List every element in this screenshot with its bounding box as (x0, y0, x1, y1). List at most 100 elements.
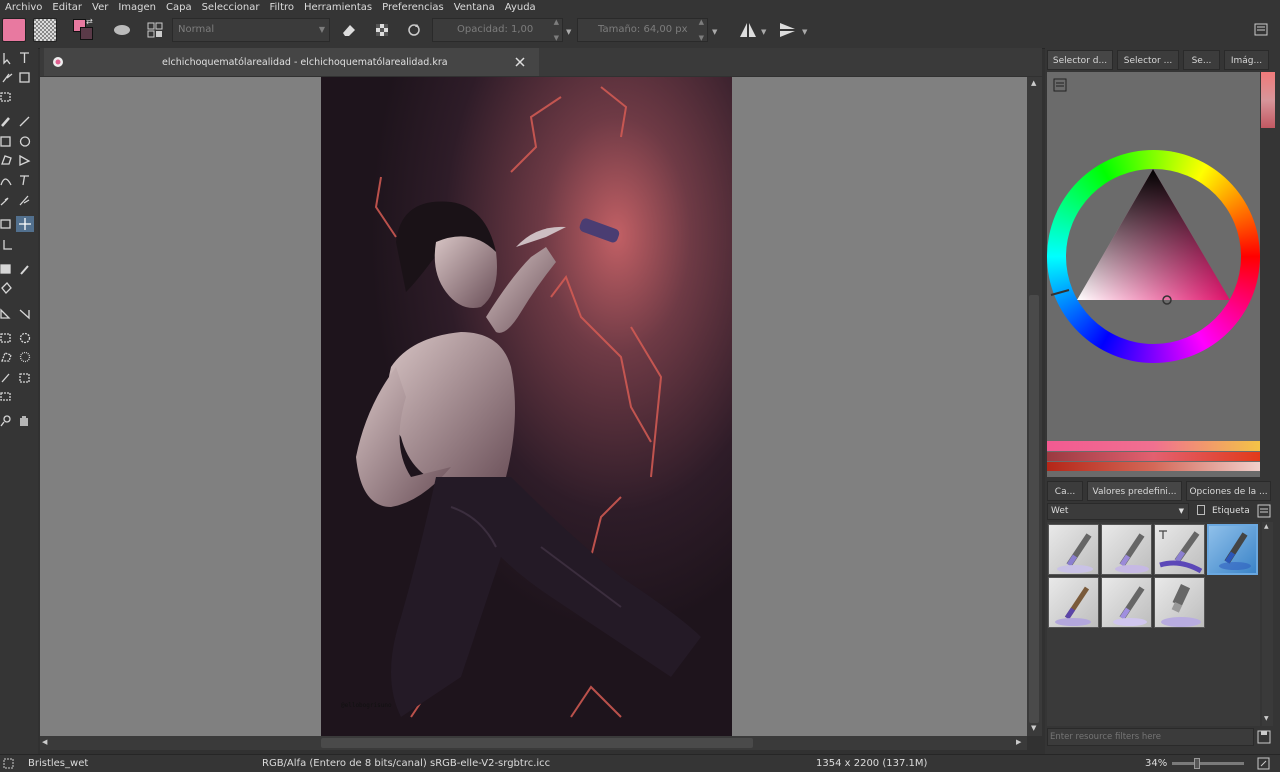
select-shapes-icon[interactable] (3, 53, 11, 65)
menu-preferencias[interactable]: Preferencias (377, 2, 449, 12)
calligraphy-icon[interactable] (2, 73, 13, 83)
scroll-up-icon[interactable]: ▲ (1264, 523, 1269, 530)
zoom-slider[interactable] (1172, 758, 1244, 769)
brush-preset-item[interactable] (1101, 524, 1152, 575)
gradient-tool-icon[interactable] (0, 264, 11, 274)
rect-select-icon[interactable] (0, 333, 11, 343)
size-slider[interactable]: Tamaño: 64,00 px ▲ ▼ (577, 18, 708, 42)
freehand-brush-icon[interactable] (1, 117, 10, 127)
resource-filter-input[interactable] (1048, 729, 1252, 745)
bezier-tool-icon[interactable] (0, 178, 12, 186)
tab-color-selector[interactable]: Selector ... (1117, 50, 1179, 70)
menu-ventana[interactable]: Ventana (449, 2, 500, 12)
brush-preset-item[interactable] (1048, 577, 1099, 628)
color-history-bar-3[interactable] (1047, 462, 1260, 471)
menu-herramientas[interactable]: Herramientas (299, 2, 377, 12)
brush-preset-item[interactable] (1154, 577, 1205, 628)
pattern-edit-icon[interactable] (0, 92, 11, 102)
polygon-tool-icon[interactable] (1, 155, 12, 165)
blend-mode-select[interactable]: Normal ▼ (172, 18, 330, 42)
transform-tool-icon[interactable] (0, 219, 11, 229)
color-wheel[interactable] (1047, 150, 1260, 363)
polygon-select-icon[interactable] (1, 352, 12, 362)
color-settings-icon[interactable] (1052, 77, 1068, 93)
scroll-down-icon[interactable]: ▼ (1264, 715, 1269, 722)
menu-filtro[interactable]: Filtro (264, 2, 299, 12)
bezier-select-icon[interactable] (0, 392, 11, 401)
magic-wand-icon[interactable] (1, 373, 10, 383)
preset-filter-select[interactable]: Wet ▼ (1047, 503, 1189, 520)
brush-preset-item[interactable] (1048, 524, 1099, 575)
artwork-canvas[interactable]: @ellobogrisuno (321, 77, 732, 736)
line-tool-icon[interactable] (19, 116, 30, 127)
tab-advanced-color-selector[interactable]: Selector d... (1047, 50, 1113, 70)
color-triangle[interactable] (1047, 150, 1260, 363)
eraser-mode-button[interactable] (337, 18, 361, 42)
freehand-path-icon[interactable] (20, 175, 29, 186)
color-history-bar-2[interactable] (1047, 452, 1260, 461)
color-selector-panel[interactable] (1047, 72, 1260, 477)
menu-imagen[interactable]: Imagen (113, 2, 161, 12)
dynamic-brush-icon[interactable] (0, 197, 9, 206)
preset-view-icon[interactable] (1257, 504, 1271, 518)
chevron-down-icon[interactable]: ▼ (566, 28, 571, 36)
opacity-slider[interactable]: Opacidad: 1,00 ▲ ▼ (432, 18, 563, 42)
tab-se[interactable]: Se... (1183, 50, 1220, 70)
brush-presets-button[interactable] (110, 18, 134, 42)
document-tab[interactable]: elchichoquematólarealidad - elchichoquem… (44, 48, 539, 76)
canvas-horizontal-scrollbar[interactable]: ◀ ▶ (40, 736, 1027, 750)
swap-colors-icon[interactable]: ⇄ (86, 17, 93, 26)
text-tool-icon[interactable] (20, 52, 29, 63)
scroll-up-icon[interactable]: ▲ (1031, 79, 1036, 87)
tab-images[interactable]: Imág... (1224, 50, 1269, 70)
pan-tool-icon[interactable] (20, 416, 28, 426)
mirror-vertical-button[interactable] (776, 18, 800, 42)
menu-capa[interactable]: Capa (161, 2, 197, 12)
scroll-left-icon[interactable]: ◀ (42, 738, 47, 746)
save-icon[interactable] (1257, 730, 1271, 744)
tab-tool-options[interactable]: Opciones de la ... (1186, 481, 1271, 501)
freehand-select-icon[interactable] (19, 351, 31, 363)
polyline-tool-icon[interactable] (19, 154, 31, 167)
rectangle-tool-icon[interactable] (0, 136, 11, 147)
vertical-scroll-thumb[interactable] (1029, 295, 1039, 723)
assistant-tool-icon[interactable] (0, 308, 11, 319)
mirror-horizontal-button[interactable] (736, 18, 760, 42)
zoom-slider-handle[interactable] (1194, 758, 1200, 769)
gradient-selector-button[interactable] (2, 18, 26, 42)
scroll-right-icon[interactable]: ▶ (1016, 738, 1021, 746)
tag-label[interactable]: Etiqueta (1212, 506, 1250, 516)
tag-checkbox[interactable] (1197, 505, 1205, 515)
tab-ca[interactable]: Ca... (1047, 481, 1083, 501)
workspace-chooser-button[interactable] (1249, 18, 1273, 42)
minimal-color-strip[interactable] (1261, 72, 1275, 128)
ellipse-select-icon[interactable] (19, 332, 31, 344)
zoom-tool-icon[interactable] (3, 415, 11, 423)
reload-preset-button[interactable] (402, 18, 426, 42)
fullscreen-icon[interactable] (1257, 757, 1270, 770)
canvas-vertical-scrollbar[interactable]: ▲ ▼ (1027, 77, 1042, 736)
color-picker-icon[interactable] (20, 265, 29, 275)
brush-preset-item[interactable] (1154, 524, 1205, 575)
similar-select-icon[interactable] (19, 373, 30, 383)
brush-preset-item-selected[interactable] (1207, 524, 1258, 575)
chevron-down-icon[interactable]: ▼ (712, 28, 717, 36)
chevron-down-icon[interactable]: ▼ (761, 28, 766, 36)
preset-scrollbar[interactable]: ▲ ▼ (1262, 522, 1273, 726)
pattern-selector-button[interactable] (33, 18, 57, 42)
menu-ver[interactable]: Ver (87, 2, 113, 12)
menu-archivo[interactable]: Archivo (0, 2, 47, 12)
menu-seleccionar[interactable]: Seleccionar (197, 2, 265, 12)
crop-tool-icon[interactable] (3, 240, 12, 250)
measure-tool-icon[interactable] (19, 309, 30, 320)
brush-preset-item[interactable] (1101, 577, 1152, 628)
color-history-bar-1[interactable] (1047, 441, 1260, 451)
menu-editar[interactable]: Editar (47, 2, 87, 12)
multibrush-icon[interactable] (19, 195, 30, 206)
close-tab-icon[interactable] (514, 56, 526, 68)
preserve-alpha-button[interactable] (370, 18, 394, 42)
scroll-down-icon[interactable]: ▼ (1031, 724, 1036, 732)
tab-brush-presets[interactable]: Valores predefini... (1087, 481, 1182, 501)
menu-ayuda[interactable]: Ayuda (500, 2, 541, 12)
brush-settings-button[interactable] (143, 18, 167, 42)
